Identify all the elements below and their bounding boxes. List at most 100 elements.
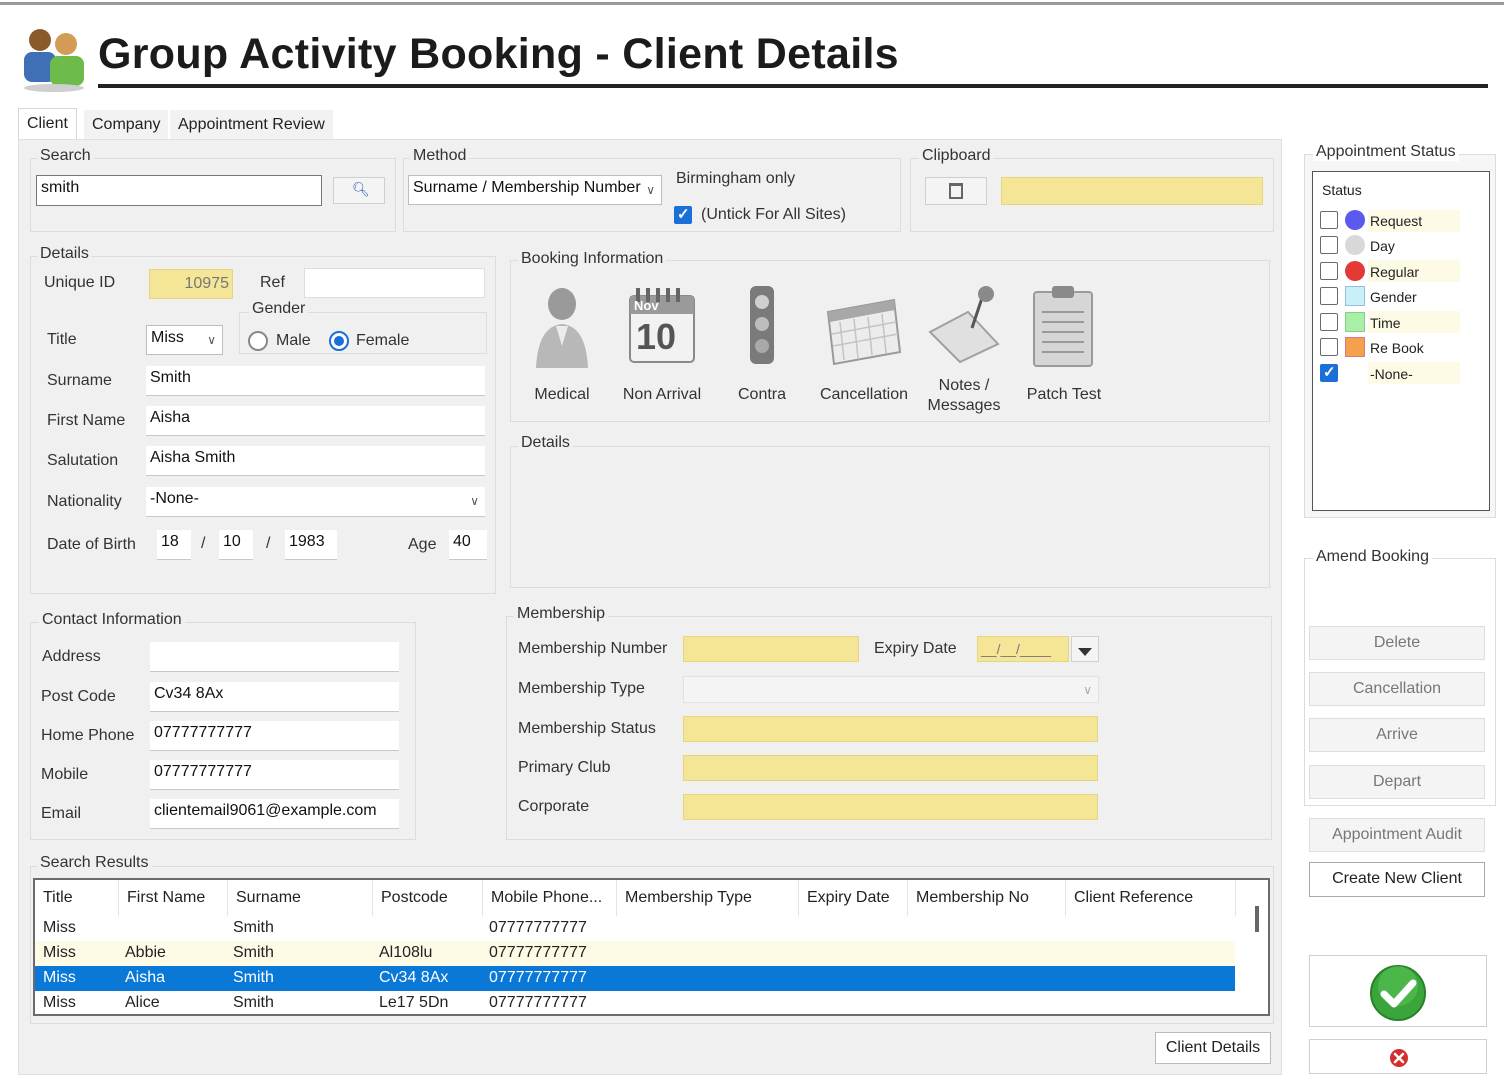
cell-first-name: Alice [125, 994, 160, 1011]
search-button[interactable]: 🔍︎ [333, 177, 385, 204]
all-sites-checkbox[interactable] [674, 205, 692, 224]
search-legend: Search [37, 147, 94, 165]
salutation-label: Salutation [47, 452, 119, 469]
membership-status-field [683, 716, 1098, 742]
female-label: Female [356, 332, 410, 349]
status-time-checkbox[interactable] [1320, 313, 1338, 331]
membership-number-field[interactable] [683, 636, 859, 662]
column-header-expiry-date[interactable]: Expiry Date [799, 880, 908, 916]
cell-mobile: 07777777777 [489, 944, 587, 961]
nationality-select[interactable]: -None- ∨ [146, 487, 485, 517]
create-new-client-button[interactable]: Create New Client [1309, 862, 1485, 897]
chevron-down-icon: ∨ [470, 494, 479, 508]
membership-type-label: Membership Type [518, 680, 645, 697]
clipboard-field[interactable] [1001, 177, 1263, 205]
tab-client[interactable]: Client [18, 108, 77, 140]
method-select[interactable]: Surname / Membership Number ∨ [408, 175, 662, 205]
vertical-scrollbar-thumb[interactable] [1255, 906, 1259, 932]
depart-button[interactable]: Depart [1309, 765, 1485, 799]
status-day-checkbox[interactable] [1320, 236, 1338, 254]
salutation-input[interactable]: Aisha Smith [146, 446, 485, 476]
booking-info-legend: Booking Information [518, 250, 667, 268]
surname-input[interactable]: Smith [146, 366, 485, 396]
calendar-day: 10 [636, 316, 677, 357]
unique-id-value: 10975 [149, 269, 233, 299]
email-input[interactable]: clientemail9061@example.com [150, 799, 399, 829]
dob-month-input[interactable]: 10 [219, 530, 253, 560]
ref-input[interactable] [304, 268, 485, 298]
home-phone-input[interactable]: 07777777777 [150, 721, 399, 751]
column-header-membership-no[interactable]: Membership No [908, 880, 1066, 916]
chevron-down-icon: ∨ [1083, 683, 1092, 697]
ok-button[interactable] [1309, 955, 1487, 1027]
search-input[interactable]: smith [36, 175, 322, 206]
expiry-date-dropdown[interactable] [1071, 636, 1099, 662]
details-legend: Details [37, 245, 92, 263]
table-row[interactable]: Miss Abbie Smith Al108lu 07777777777 [35, 941, 1235, 966]
status-rebook-checkbox[interactable] [1320, 338, 1338, 356]
client-details-button[interactable]: Client Details [1155, 1032, 1271, 1064]
status-time-label: Time [1370, 315, 1401, 331]
cell-postcode: Al108lu [379, 944, 433, 961]
contra-button[interactable]: Contra [722, 282, 802, 422]
mobile-input[interactable]: 07777777777 [150, 760, 399, 790]
dob-year-input[interactable]: 1983 [285, 530, 337, 560]
first-name-input[interactable]: Aisha [146, 406, 485, 436]
table-row[interactable]: Miss Smith 07777777777 [35, 916, 1235, 941]
tab-appointment-review[interactable]: Appointment Review [170, 110, 333, 140]
clipboard-legend: Clipboard [919, 147, 994, 165]
search-results-legend: Search Results [37, 854, 152, 872]
dob-day-input[interactable]: 18 [157, 530, 191, 560]
home-phone-label: Home Phone [41, 727, 135, 744]
non-arrival-button[interactable]: Nov 10 Non Arrival [622, 282, 702, 422]
membership-type-select[interactable]: ∨ [683, 676, 1099, 703]
nationality-label: Nationality [47, 493, 122, 510]
delete-button[interactable]: Delete [1309, 626, 1485, 660]
postcode-input[interactable]: Cv34 8Ax [150, 682, 399, 712]
table-row[interactable]: Miss Alice Smith Le17 5Dn 07777777777 [35, 991, 1235, 1014]
column-header-membership-type[interactable]: Membership Type [617, 880, 799, 916]
column-header-title[interactable]: Title [35, 880, 119, 916]
column-header-postcode[interactable]: Postcode [373, 880, 483, 916]
regular-color-swatch [1345, 261, 1365, 281]
close-button[interactable] [1309, 1039, 1487, 1074]
status-list-header: Status [1322, 182, 1362, 198]
status-request-checkbox[interactable] [1320, 211, 1338, 229]
all-sites-label: (Untick For All Sites) [701, 206, 846, 223]
notes-messages-button[interactable]: Notes / Messages [924, 282, 1004, 422]
status-regular-checkbox[interactable] [1320, 262, 1338, 280]
status-none-checkbox[interactable] [1320, 363, 1338, 382]
title-select[interactable]: Miss ∨ [146, 325, 223, 355]
clipboard-button[interactable] [925, 177, 987, 205]
address-input[interactable] [150, 642, 399, 672]
clipboard-paste-icon [949, 183, 963, 199]
request-color-swatch [1345, 210, 1365, 230]
contra-label: Contra [737, 386, 787, 403]
expiry-date-field[interactable]: __/__/____ [977, 636, 1069, 662]
email-label: Email [41, 805, 82, 822]
table-row-selected[interactable]: Miss Aisha Smith Cv34 8Ax 07777777777 [35, 966, 1235, 991]
column-header-client-reference[interactable]: Client Reference [1066, 880, 1236, 916]
first-name-label: First Name [47, 412, 126, 429]
status-gender-checkbox[interactable] [1320, 287, 1338, 305]
medical-person-icon [536, 288, 588, 368]
medical-button[interactable]: Medical [522, 282, 602, 422]
age-value: 40 [449, 530, 487, 560]
appointment-status-legend: Appointment Status [1313, 143, 1459, 161]
checkmark-icon [1370, 965, 1426, 1021]
appointment-audit-button[interactable]: Appointment Audit [1309, 818, 1485, 852]
cancellation-booking-button[interactable]: Cancellation [820, 282, 908, 422]
arrive-button[interactable]: Arrive [1309, 718, 1485, 752]
column-header-surname[interactable]: Surname [228, 880, 373, 916]
tab-company[interactable]: Company [84, 110, 169, 140]
patch-test-button[interactable]: Patch Test [1024, 282, 1104, 422]
female-radio[interactable] [329, 331, 349, 351]
search-results-table: Title First Name Surname Postcode Mobile… [33, 878, 1270, 1016]
day-color-swatch [1345, 235, 1365, 255]
column-header-first-name[interactable]: First Name [119, 880, 228, 916]
column-header-mobile-phone[interactable]: Mobile Phone... [483, 880, 617, 916]
cell-first-name: Abbie [125, 944, 166, 961]
male-radio[interactable] [248, 331, 268, 351]
chevron-down-icon: ∨ [207, 333, 216, 347]
cancellation-button[interactable]: Cancellation [1309, 672, 1485, 706]
